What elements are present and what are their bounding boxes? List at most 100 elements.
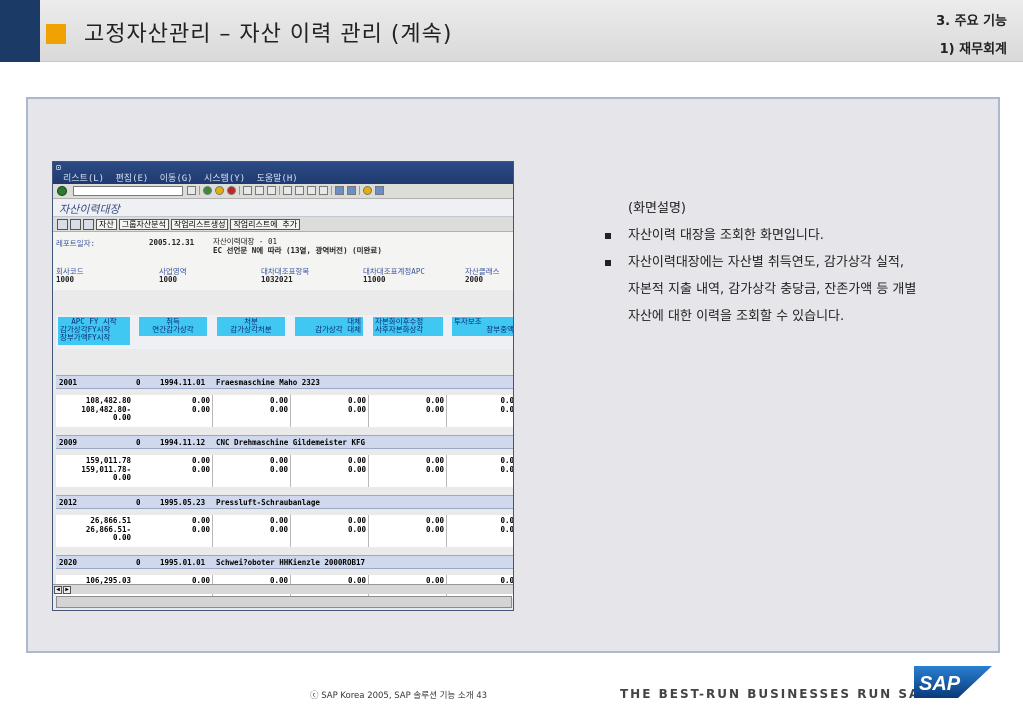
value-cell: 0.00 [112, 474, 131, 482]
report-subtitle: EC 선언문 N에 따라 (13열, 광역버전) (미완료) [213, 246, 382, 255]
column-divider [290, 395, 291, 427]
standard-toolbar [53, 184, 513, 199]
value-cell: 0.0 [500, 397, 514, 405]
value-cell: 0.00 [347, 457, 366, 465]
print-icon[interactable] [243, 186, 252, 195]
value-cell: 108,482.80 [85, 397, 131, 405]
subsection-label: 1) 재무회계 [939, 42, 1007, 57]
find-icon[interactable] [255, 186, 264, 195]
value-cell: 0.00 [191, 457, 210, 465]
help-icon[interactable] [363, 186, 372, 195]
value-cell: 0.00 [269, 457, 288, 465]
field-value-balance-sheet-item: 1032021 [261, 275, 293, 284]
value-cell: 0.0 [500, 525, 514, 534]
value-cell: 0.00 [425, 457, 444, 465]
scroll-right-icon[interactable]: ▶ [63, 586, 71, 594]
menu-list[interactable]: 리스트(L) [63, 174, 104, 184]
toolbar-divider [359, 186, 360, 195]
value-cell: 159,011.78- [81, 465, 131, 474]
value-cell: 0.00 [269, 517, 288, 525]
grid-icon[interactable] [70, 218, 81, 230]
value-cell: 0.00 [425, 517, 444, 525]
asset-number: 2001 [59, 378, 78, 387]
menu-system[interactable]: 시스템(Y) [204, 174, 245, 184]
column-header-retirement: 처분 감가상각처분 [217, 317, 285, 336]
back-icon[interactable] [203, 186, 212, 195]
horizontal-scrollbar[interactable]: ◀ ▶ [53, 584, 513, 594]
footer-slogan: THE BEST-RUN BUSINESSES RUN SAP [620, 687, 932, 701]
section-label: 3. 주요 기능 [936, 14, 1007, 29]
asset-subnumber: 0 [136, 558, 141, 567]
next-page-icon[interactable] [307, 186, 316, 195]
enter-check-icon[interactable] [57, 186, 67, 196]
value-cell: 0.00 [347, 465, 366, 474]
layout-menu-icon[interactable] [375, 186, 384, 195]
asset-number: 2020 [59, 558, 78, 567]
window-menu-icon[interactable]: ⊡ [56, 163, 61, 172]
group-asset-analysis-button[interactable]: 그룹자산분석 [118, 218, 169, 230]
asset-group-row[interactable]: 2012 0 1995.05.23 Pressluft-Schraubanlage [56, 495, 513, 509]
add-to-worklist-button[interactable]: 작업리스트에 추가 [230, 218, 301, 230]
column-header-acquisition: 취득 연간감가상각 [139, 317, 207, 336]
value-cell: 0.00 [269, 405, 288, 414]
exit-icon[interactable] [215, 186, 224, 195]
asset-group-row[interactable]: 2009 0 1994.11.12 CNC Drehmaschine Gildemei… [56, 435, 513, 449]
column-divider [446, 515, 447, 547]
save-icon[interactable] [187, 186, 196, 195]
report-header: 레포트일자: 2005.12.31 자산이력대장 - 01 EC 선언문 N에 … [53, 232, 513, 290]
menu-goto[interactable]: 이동(G) [160, 174, 193, 184]
create-worklist-button[interactable]: 작업리스트생성 [170, 218, 229, 230]
value-cell: 0.00 [425, 405, 444, 414]
value-cell: 0.0 [500, 517, 514, 525]
field-value-business-area: 1000 [159, 275, 178, 284]
menu-edit[interactable]: 편집(E) [116, 174, 149, 184]
value-cell: 0.0 [500, 405, 514, 414]
new-session-icon[interactable] [335, 186, 344, 195]
first-page-icon[interactable] [283, 186, 292, 195]
column-divider [368, 455, 369, 487]
column-divider [212, 455, 213, 487]
column-divider [368, 515, 369, 547]
column-header-post-capitalization: 자본화이후수정 사후자본화상각 [373, 317, 443, 336]
status-bar [56, 596, 512, 608]
asset-button[interactable]: 자산 [96, 218, 117, 230]
asset-group-row[interactable]: 2001 0 1994.11.01 Fraesmaschine Maho 2323 [56, 375, 513, 389]
shortcut-icon[interactable] [347, 186, 356, 195]
toolbar-divider [279, 186, 280, 195]
asset-value-rows: 26,866.51 0.00 0.00 0.00 0.00 0.0 26,866.51- 0.… [56, 515, 514, 547]
value-cell: 0.0 [500, 465, 514, 474]
value-cell: 0.0 [500, 457, 514, 465]
value-cell: 108,482.80- [81, 405, 131, 414]
detail-icon[interactable] [57, 218, 68, 230]
value-cell: 0.00 [191, 525, 210, 534]
value-cell: 0.00 [347, 397, 366, 405]
field-value-balance-sheet-account: 11000 [363, 275, 386, 284]
value-cell: 0.00 [425, 465, 444, 474]
asset-description: Pressluft-Schraubanlage [216, 498, 320, 507]
asset-icon[interactable] [83, 218, 94, 230]
column-divider [446, 455, 447, 487]
sap-menu-bar: ⊡ 리스트(L) 편집(E) 이동(G) 시스템(Y) 도움말(H) [53, 162, 513, 184]
toolbar-divider [331, 186, 332, 195]
asset-number: 2009 [59, 438, 78, 447]
asset-subnumber: 0 [136, 378, 141, 387]
description-text: 자산에 대한 이력을 조회할 수 있습니다. [628, 309, 845, 324]
asset-description: Fraesmaschine Maho 2323 [216, 378, 320, 387]
value-cell: 0.00 [112, 414, 131, 422]
cancel-icon[interactable] [227, 186, 236, 195]
column-header-investment-support: 투자보조 장부중액 [452, 317, 514, 336]
capitalization-date: 1995.01.01 [160, 558, 206, 567]
last-page-icon[interactable] [319, 186, 328, 195]
previous-page-icon[interactable] [295, 186, 304, 195]
toolbar-divider [199, 186, 200, 195]
find-next-icon[interactable] [267, 186, 276, 195]
scroll-left-icon[interactable]: ◀ [54, 586, 62, 594]
logo-text: SAP [919, 673, 961, 695]
capitalization-date: 1994.11.12 [160, 438, 206, 447]
menu-help[interactable]: 도움말(H) [257, 174, 298, 184]
command-field[interactable] [73, 186, 183, 196]
description-bullet: 자산이력 대장을 조회한 화면입니다. [600, 222, 916, 249]
column-divider [212, 395, 213, 427]
asset-group-row[interactable]: 2020 0 1995.01.01 Schwei?oboter HHKienzle 2… [56, 555, 513, 569]
description-text: 자본적 지출 내역, 감가상각 충당금, 잔존가액 등 개별 [628, 282, 917, 297]
